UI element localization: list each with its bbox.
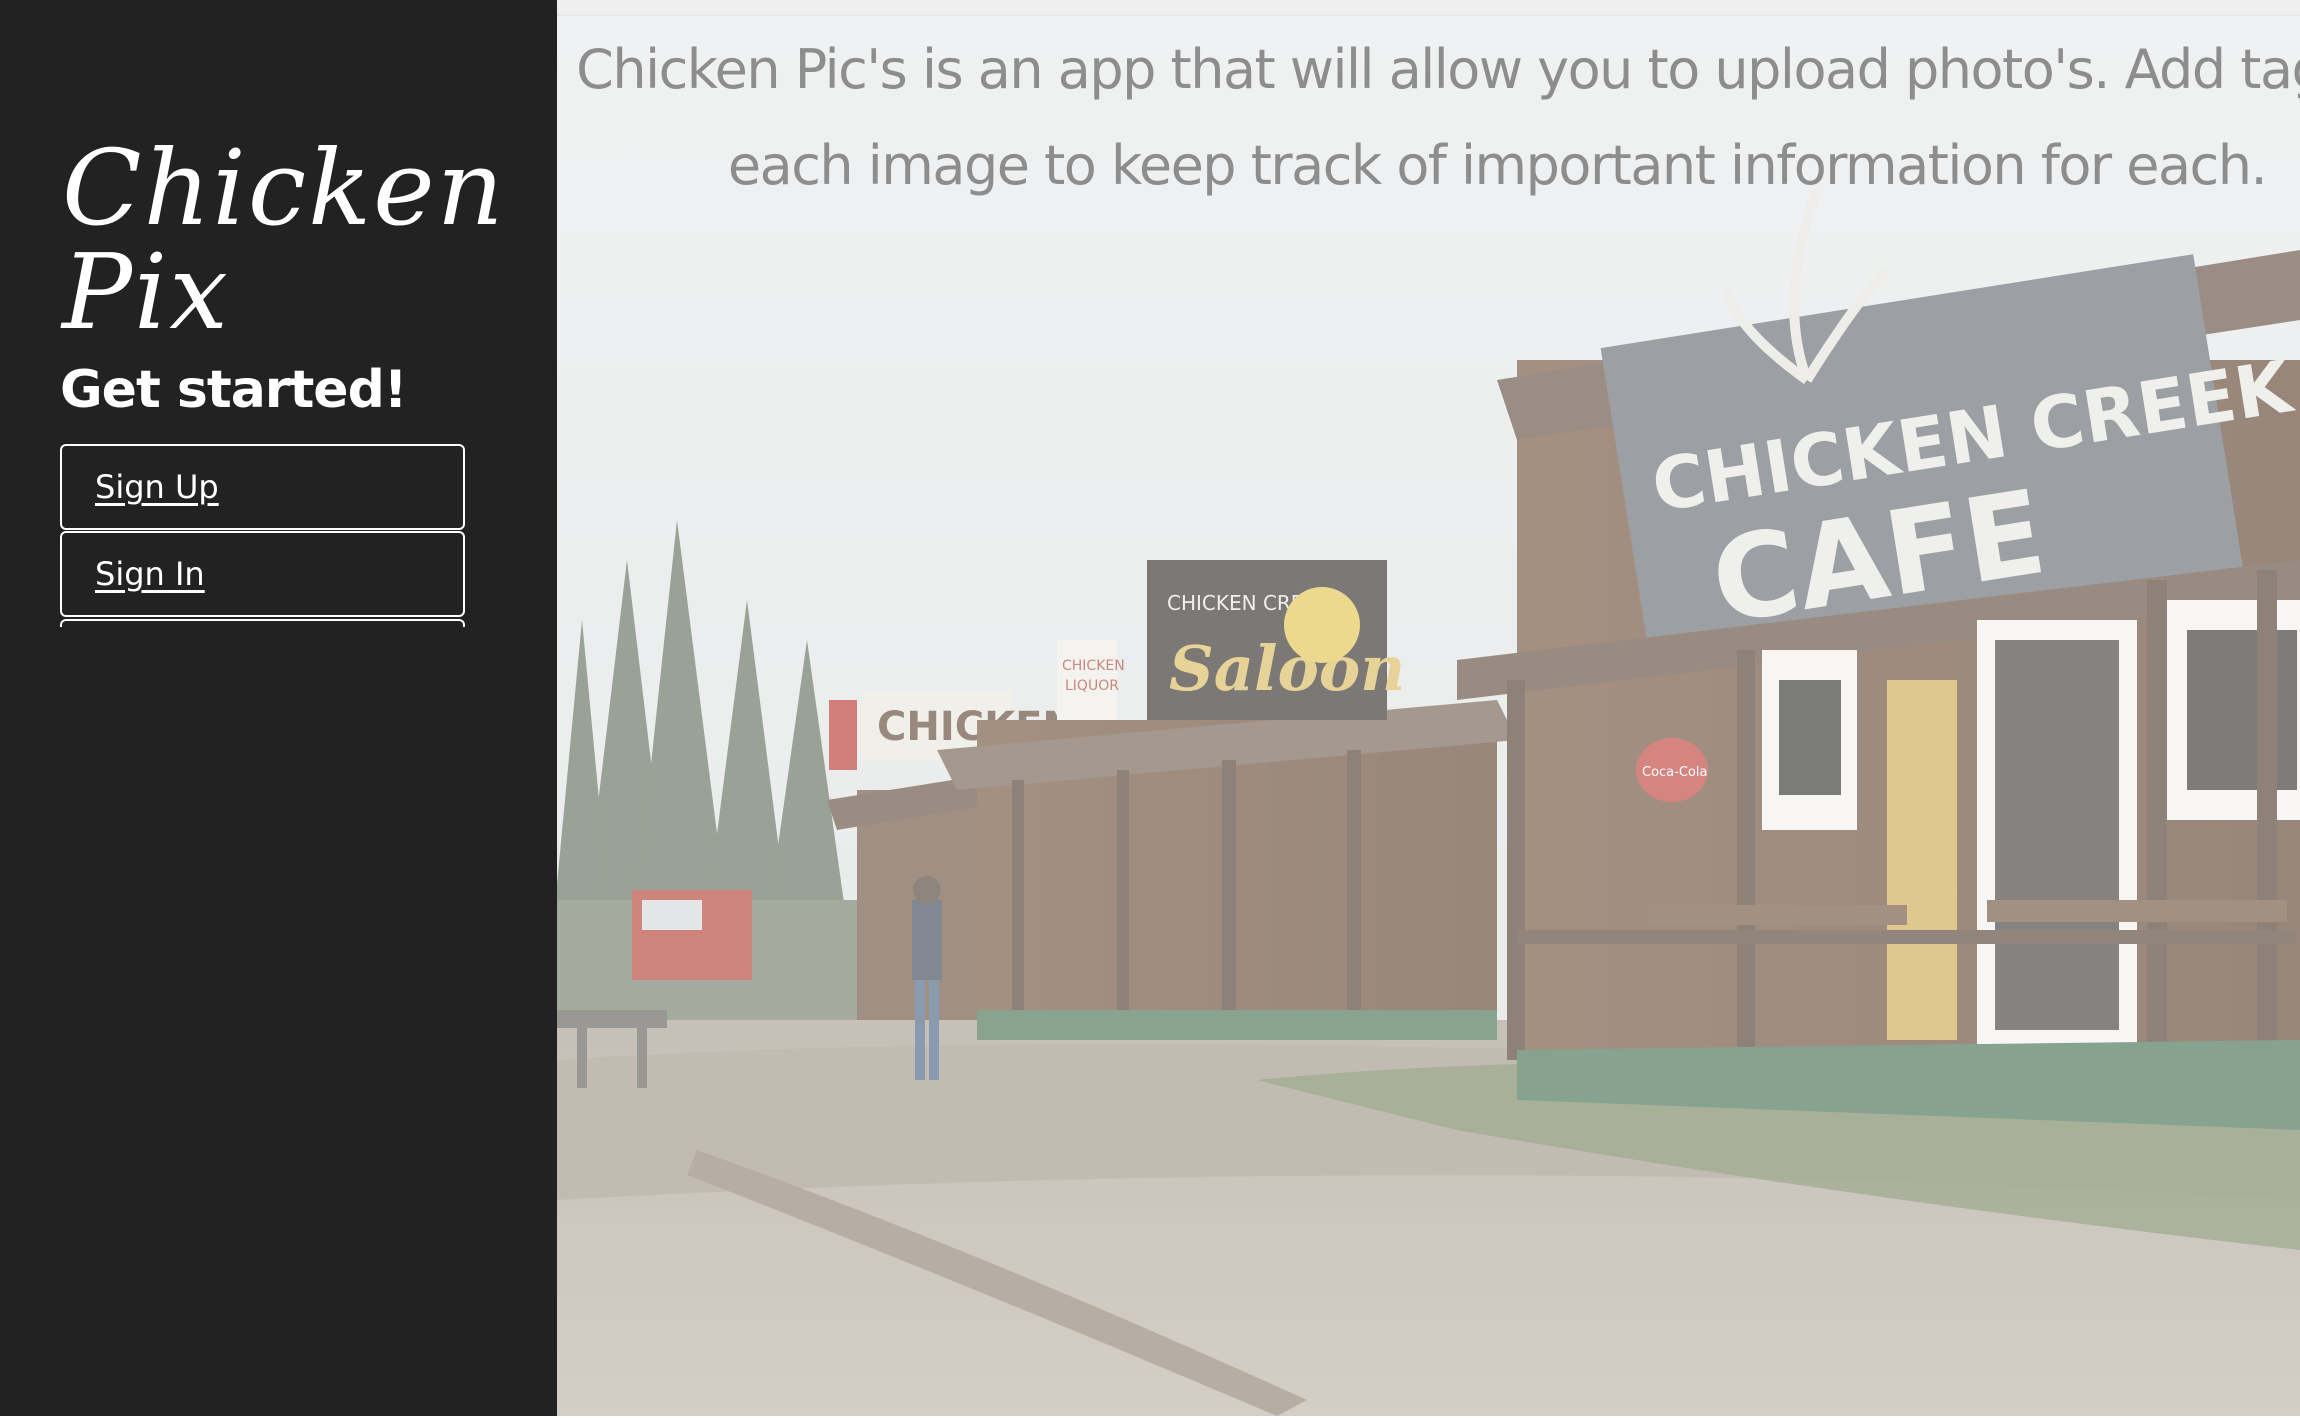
sign-up-button[interactable]: Sign Up [60, 444, 465, 530]
sidebar: Chicken Pix Get started! Sign Up Sign In [0, 0, 557, 1416]
top-strip [557, 0, 2300, 16]
get-started-heading: Get started! [60, 360, 408, 420]
sign-up-label: Sign Up [95, 468, 219, 506]
sign-in-button[interactable]: Sign In [60, 531, 465, 617]
app-page: Chicken Pix Get started! Sign Up Sign In [0, 0, 2300, 1418]
app-logo: Chicken Pix [62, 127, 506, 353]
hero-section: CHICKEN CHICKEN LIQUOR CHICKEN CREEK Sal… [557, 0, 2300, 1416]
partial-button-edge [60, 619, 465, 627]
logo-line-2: Pix [62, 231, 230, 353]
hero-tagline: Chicken Pic's is an app that will allow … [576, 38, 2300, 197]
sign-in-label: Sign In [95, 555, 205, 593]
logo-line-1: Chicken [62, 127, 506, 249]
